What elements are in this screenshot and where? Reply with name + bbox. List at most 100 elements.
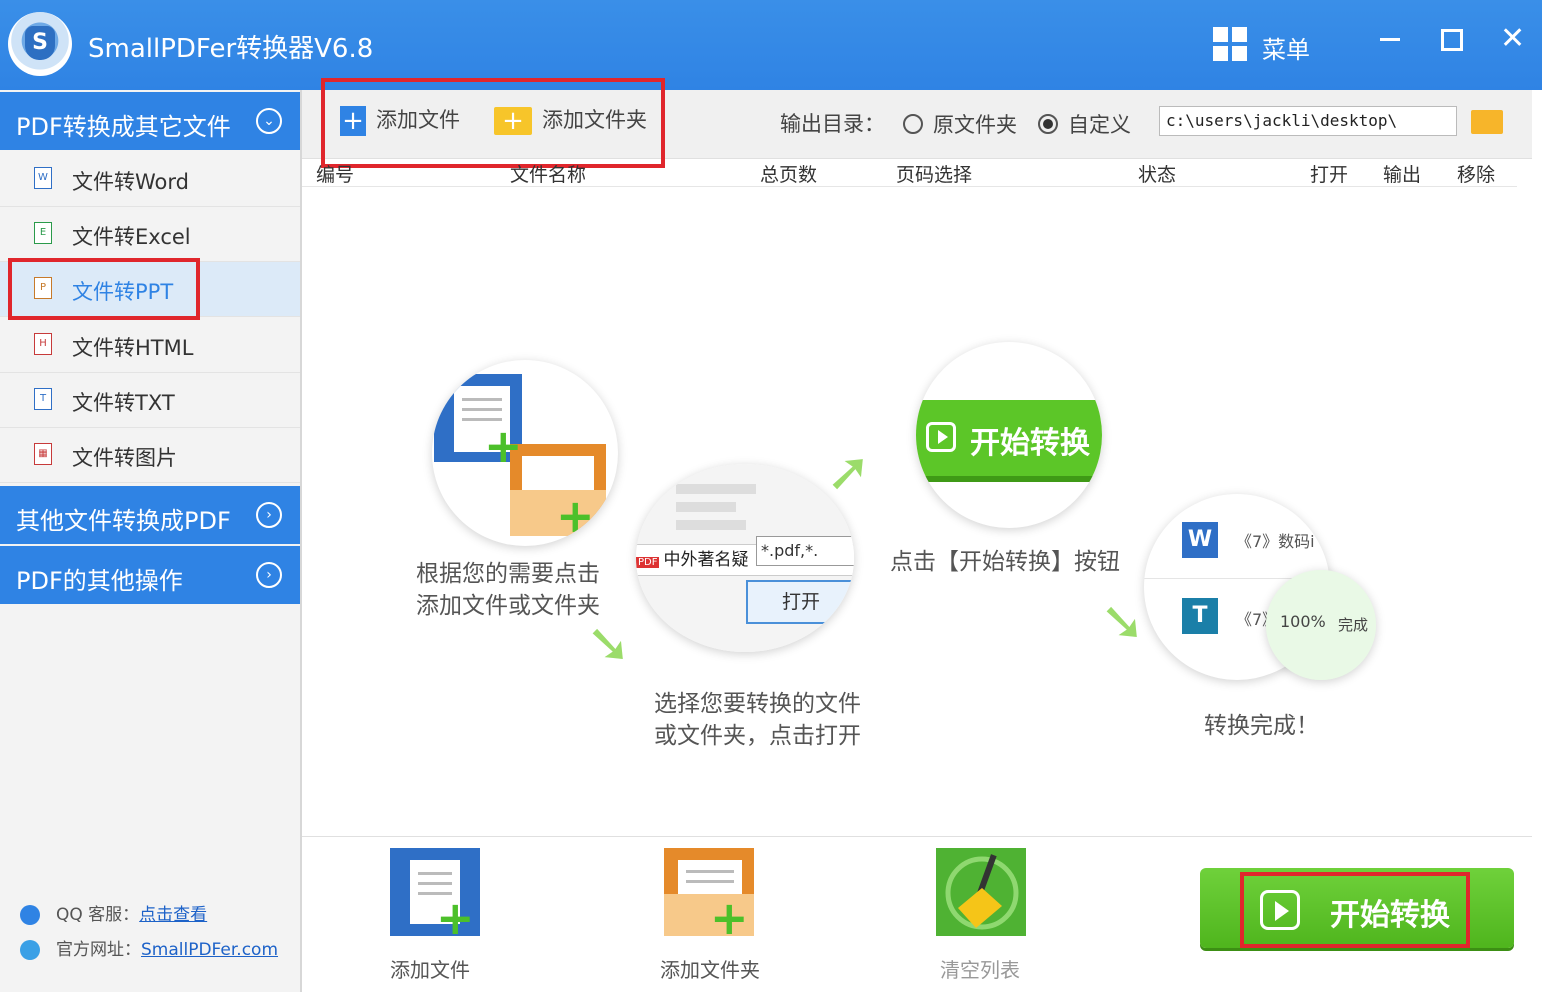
filetype-field: *.pdf,*. <box>756 536 854 566</box>
qq-support-row: QQ 客服：点击查看 <box>20 900 207 925</box>
radio-selected-icon <box>1038 114 1058 134</box>
txt-doc-icon: T <box>1182 598 1218 634</box>
svg-text:+: + <box>484 419 523 473</box>
filename-text: 中外著名疑 <box>663 550 749 570</box>
guide-text-line: 选择您要转换的文件 <box>654 691 861 717</box>
guide-step2-text: 选择您要转换的文件 或文件夹，点击打开 <box>654 688 861 752</box>
sidebar-section-pdf-to-other[interactable]: PDF转换成其它文件 ⌄ <box>0 92 300 150</box>
sidebar-item-word[interactable]: W 文件转Word <box>0 152 300 207</box>
guide-step1-text: 根据您的需要点击 添加文件或文件夹 <box>416 558 600 622</box>
radio-custom-folder[interactable]: 自定义 <box>1038 109 1131 139</box>
col-number: 编号 <box>316 164 355 186</box>
qq-label: QQ 客服： <box>56 905 140 925</box>
maximize-icon[interactable] <box>1441 29 1463 51</box>
sidebar-item-html[interactable]: H 文件转HTML <box>0 318 300 373</box>
broom-icon <box>936 848 1028 938</box>
chevron-right-icon: › <box>256 562 282 588</box>
sidebar-item-label: 文件转Word <box>72 170 189 194</box>
add-folder-big-icon: + <box>664 848 756 945</box>
svg-text:+: + <box>710 891 749 936</box>
col-page-select: 页码选择 <box>896 164 973 186</box>
clear-list-button[interactable]: 清空列表 <box>936 848 1028 983</box>
word-doc-icon: W <box>1182 522 1218 558</box>
html-file-icon: H <box>34 333 52 355</box>
progress-value: 100% <box>1280 612 1326 631</box>
sidebar-section-other-to-pdf[interactable]: 其他文件转换成PDF › <box>0 486 300 544</box>
radio-original-folder[interactable]: 原文件夹 <box>903 109 1017 139</box>
col-status: 状态 <box>1138 164 1177 186</box>
section-label: PDF转换成其它文件 <box>16 113 231 141</box>
qq-link[interactable]: 点击查看 <box>139 905 207 925</box>
sidebar-section-pdf-other-ops[interactable]: PDF的其他操作 › <box>0 546 300 604</box>
sidebar-item-label: 文件转Excel <box>72 225 191 249</box>
highlight-box-start <box>1240 872 1470 948</box>
web-label: 官方网址： <box>56 940 141 960</box>
chevron-down-icon: ⌄ <box>256 108 282 134</box>
radio-label: 原文件夹 <box>933 113 1017 137</box>
sidebar-item-label: 文件转TXT <box>72 391 175 415</box>
guide-step3-text: 点击【开始转换】按钮 <box>890 549 1120 575</box>
guide-text-line: 或文件夹，点击打开 <box>654 723 861 749</box>
chevron-right-icon: › <box>256 502 282 528</box>
arrow-down-right-icon: ➘ <box>1100 590 1146 653</box>
website-row: 官方网址：SmallPDFer.com <box>20 935 278 960</box>
start-text: 开始转换 <box>970 426 1090 461</box>
bottom-add-folder-label: 添加文件夹 <box>660 958 760 982</box>
progress-circle: 100% 完成 <box>1266 570 1376 680</box>
radio-label: 自定义 <box>1068 113 1131 137</box>
output-path-input[interactable]: c:\users\jackli\desktop\ <box>1159 106 1457 136</box>
ie-browser-icon <box>20 940 40 960</box>
arrow-up-right-icon: ➚ <box>826 440 872 503</box>
bottom-add-folder-button[interactable]: + 添加文件夹 <box>660 848 760 983</box>
section-label: PDF的其他操作 <box>16 567 183 595</box>
output-dir-label: 输出目录： <box>780 112 885 136</box>
radio-circle-icon <box>903 114 923 134</box>
highlight-box-toolbar <box>321 78 665 168</box>
qq-icon <box>20 905 40 925</box>
minimize-icon[interactable] <box>1380 38 1400 41</box>
menu-grid-icon[interactable] <box>1213 27 1247 61</box>
result-row-1: 《7》数码i <box>1236 532 1315 551</box>
app-logo-icon: S <box>8 12 72 76</box>
col-total-pages: 总页数 <box>760 164 818 186</box>
svg-text:+: + <box>436 891 475 936</box>
guide-step4-text: 转换完成！ <box>1204 713 1319 739</box>
sidebar-item-txt[interactable]: T 文件转TXT <box>0 373 300 428</box>
col-filename: 文件名称 <box>510 164 587 186</box>
open-button-illustration: 打开 <box>746 580 854 624</box>
bottom-divider <box>302 836 1532 837</box>
sidebar-item-excel[interactable]: E 文件转Excel <box>0 207 300 262</box>
close-icon[interactable]: ✕ <box>1500 22 1525 56</box>
txt-file-icon: T <box>34 388 52 410</box>
website-link[interactable]: SmallPDFer.com <box>141 940 278 960</box>
sidebar-item-label: 文件转HTML <box>72 336 194 360</box>
bottom-add-file-button[interactable]: + 添加文件 <box>390 848 482 983</box>
guide-step3-circle: 开始转换 <box>916 342 1102 528</box>
add-file-folder-illustration: + + <box>434 374 606 543</box>
guide-step2-circle: PDF 中外著名疑 *.pdf,*. 打开 <box>636 464 854 652</box>
col-output: 输出 <box>1383 164 1422 186</box>
app-title: SmallPDFer转换器V6.8 <box>88 34 374 64</box>
sidebar-item-image[interactable]: ▦ 文件转图片 <box>0 428 300 483</box>
col-remove: 移除 <box>1457 164 1496 186</box>
image-file-icon: ▦ <box>34 443 52 465</box>
word-file-icon: W <box>34 167 52 189</box>
sidebar-item-label: 文件转图片 <box>72 446 177 470</box>
guide-text-line: 根据您的需要点击 <box>416 561 600 587</box>
col-open: 打开 <box>1310 164 1349 186</box>
clear-list-label: 清空列表 <box>940 958 1020 982</box>
bottom-add-file-label: 添加文件 <box>390 958 470 982</box>
start-button-illustration: 开始转换 <box>916 400 1102 482</box>
guide-step1-circle: + + <box>432 360 618 546</box>
header-divider <box>302 186 1517 187</box>
highlight-box-ppt <box>8 258 200 320</box>
add-file-big-icon: + <box>390 848 482 945</box>
browse-folder-icon[interactable] <box>1471 110 1503 134</box>
guide-text-line: 添加文件或文件夹 <box>416 593 600 619</box>
svg-text:+: + <box>556 489 595 543</box>
section-label: 其他文件转换成PDF <box>16 507 231 535</box>
progress-status: 完成 <box>1338 616 1369 634</box>
pdf-icon: PDF <box>636 557 660 568</box>
play-icon <box>926 422 956 452</box>
menu-button[interactable]: 菜单 <box>1262 30 1310 65</box>
